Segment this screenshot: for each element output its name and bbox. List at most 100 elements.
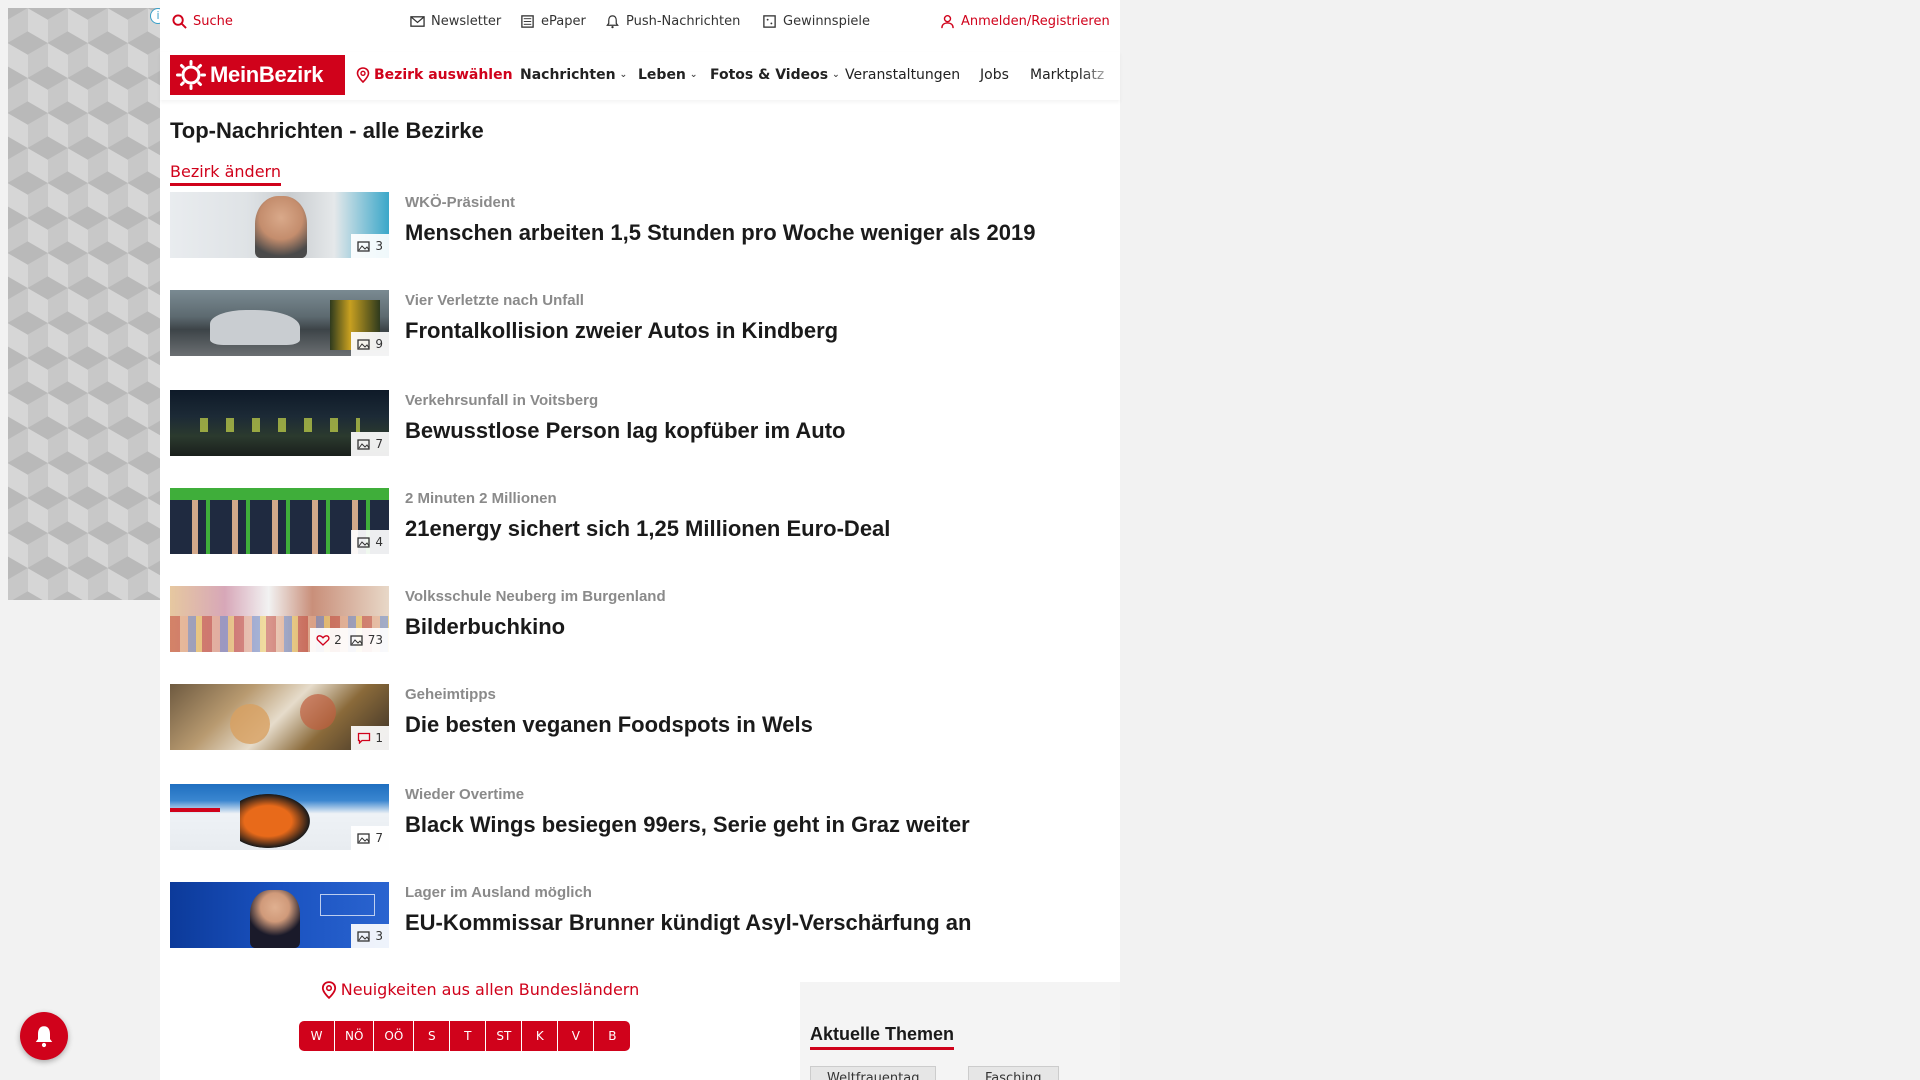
article-headline[interactable]: EU-Kommissar Brunner kündigt Asyl-Versch…	[405, 910, 971, 936]
article-kicker: Lager im Ausland möglich	[405, 884, 592, 901]
article-item[interactable]: 2 73 Volksschule Neuberg im Burgenland B…	[170, 586, 1110, 654]
article-item[interactable]: 9 Vier Verletzte nach Unfall Frontalkoll…	[170, 290, 1110, 358]
article-item[interactable]: 1 Geheimtipps Die besten veganen Foodspo…	[170, 684, 1110, 752]
like-count: 2	[334, 633, 342, 647]
article-kicker: WKÖ-Präsident	[405, 194, 516, 211]
newsletter-link[interactable]: Newsletter	[410, 14, 501, 29]
current-topics-panel: Aktuelle Themen Weltfrauentag Fasching	[800, 982, 1120, 1080]
topic-tag[interactable]: Weltfrauentag	[810, 1066, 937, 1080]
bezirk-select-button[interactable]: Bezirk auswählen	[356, 67, 513, 83]
nav-item-leben[interactable]: Leben ⌄	[638, 67, 697, 83]
advertisement-banner[interactable]: i	[8, 8, 166, 600]
photo-count-badge: 7	[351, 432, 389, 456]
comment-count: 1	[375, 731, 383, 745]
nav-item-label: Fotos & Videos	[710, 67, 829, 83]
article-kicker: 2 Minuten 2 Millionen	[405, 490, 557, 507]
nav-item-label: Leben	[638, 67, 686, 83]
article-thumbnail[interactable]: 2 73	[170, 586, 389, 652]
gallery-icon	[357, 833, 371, 844]
nav-item-label: Nachrichten	[520, 67, 616, 83]
article-headline[interactable]: Black Wings besiegen 99ers, Serie geht i…	[405, 812, 970, 838]
article-item[interactable]: 3 WKÖ-Präsident Menschen arbeiten 1,5 St…	[170, 192, 1110, 260]
nav-item-jobs[interactable]: Jobs	[980, 67, 1009, 83]
nav-item-fotos-videos[interactable]: Fotos & Videos ⌄	[710, 67, 840, 83]
article-thumbnail[interactable]: 1	[170, 684, 389, 750]
heart-icon	[316, 635, 330, 646]
gallery-icon	[357, 931, 371, 942]
topic-tag[interactable]: Fasching	[968, 1066, 1059, 1080]
state-button-noe[interactable]: NÖ	[335, 1021, 375, 1051]
chevron-down-icon: ⌄	[689, 70, 698, 80]
gallery-icon	[357, 339, 371, 350]
article-headline[interactable]: Bilderbuchkino	[405, 614, 565, 640]
current-topics-title: Aktuelle Themen	[810, 1024, 955, 1050]
push-label: Push-Nachrichten	[626, 14, 741, 29]
nav-item-label: Jobs	[980, 67, 1009, 83]
article-thumbnail[interactable]: 3	[170, 882, 389, 948]
comment-icon	[358, 732, 371, 744]
newsletter-label: Newsletter	[431, 14, 502, 29]
article-item[interactable]: 3 Lager im Ausland möglich EU-Kommissar …	[170, 882, 1110, 950]
gewinnspiele-link[interactable]: Gewinnspiele	[762, 14, 870, 29]
article-headline[interactable]: 21energy sichert sich 1,25 Millionen Eur…	[405, 516, 890, 542]
article-item[interactable]: 7 Verkehrsunfall in Voitsberg Bewusstlos…	[170, 390, 1110, 458]
search-icon	[172, 14, 187, 29]
photo-count-badge: 3	[351, 924, 389, 948]
login-label: Anmelden/Registrieren	[961, 14, 1110, 29]
state-button-b[interactable]: B	[594, 1021, 631, 1051]
nav-item-veranstaltungen[interactable]: Veranstaltungen	[845, 67, 960, 83]
article-headline[interactable]: Bewusstlose Person lag kopfüber im Auto	[405, 418, 845, 444]
change-bezirk-link[interactable]: Bezirk ändern	[170, 162, 281, 186]
site-logo[interactable]: MeinBezirk	[170, 55, 345, 95]
article-headline[interactable]: Die besten veganen Foodspots in Wels	[405, 712, 813, 738]
state-button-t[interactable]: T	[450, 1021, 487, 1051]
notification-bell-button[interactable]	[20, 1012, 68, 1060]
comment-count-badge: 1	[351, 726, 389, 750]
gift-icon	[763, 15, 776, 28]
push-notifications-link[interactable]: Push-Nachrichten	[605, 14, 740, 29]
photo-count: 3	[375, 239, 383, 253]
state-button-st[interactable]: ST	[486, 1021, 523, 1051]
newspaper-icon	[521, 15, 534, 28]
article-thumbnail[interactable]: 4	[170, 488, 389, 554]
gallery-icon	[357, 537, 371, 548]
engagement-badge: 2 73	[310, 628, 389, 652]
photo-count: 9	[375, 337, 383, 351]
state-selector: W NÖ OÖ S T ST K V B	[299, 1021, 631, 1051]
all-states-news-link[interactable]: Neuigkeiten aus allen Bundesländern	[320, 980, 640, 999]
bell-icon	[606, 15, 619, 29]
page-title: Top-Nachrichten - alle Bezirke	[170, 118, 484, 143]
article-thumbnail[interactable]: 3	[170, 192, 389, 258]
login-link[interactable]: Anmelden/Registrieren	[940, 14, 1110, 29]
gallery-icon	[357, 241, 371, 252]
nav-overflow-fade	[1080, 52, 1120, 100]
state-button-ooe[interactable]: OÖ	[374, 1021, 415, 1051]
article-kicker: Verkehrsunfall in Voitsberg	[405, 392, 599, 409]
article-item[interactable]: 4 2 Minuten 2 Millionen 21energy sichert…	[170, 488, 1110, 556]
gallery-icon	[357, 439, 371, 450]
state-button-v[interactable]: V	[558, 1021, 595, 1051]
article-headline[interactable]: Frontalkollision zweier Autos in Kindber…	[405, 318, 838, 344]
bezirk-select-label: Bezirk auswählen	[374, 67, 513, 83]
main-column: Suche Newsletter ePaper Push-Nachrichten…	[160, 0, 1120, 1080]
article-kicker: Geheimtipps	[405, 686, 496, 703]
nav-item-nachrichten[interactable]: Nachrichten ⌄	[520, 67, 627, 83]
photo-count: 7	[375, 831, 383, 845]
chevron-down-icon: ⌄	[619, 70, 628, 80]
state-button-s[interactable]: S	[414, 1021, 451, 1051]
epaper-link[interactable]: ePaper	[520, 14, 586, 29]
article-item[interactable]: 7 Wieder Overtime Black Wings besiegen 9…	[170, 784, 1110, 852]
gewinnspiele-label: Gewinnspiele	[783, 14, 871, 29]
nav-item-label: Veranstaltungen	[845, 67, 961, 83]
location-pin-icon	[321, 980, 336, 999]
state-button-w[interactable]: W	[299, 1021, 335, 1051]
article-thumbnail[interactable]: 7	[170, 784, 389, 850]
search-link[interactable]: Suche	[172, 14, 233, 29]
article-headline[interactable]: Menschen arbeiten 1,5 Stunden pro Woche …	[405, 220, 1035, 246]
article-thumbnail[interactable]: 9	[170, 290, 389, 356]
state-button-k[interactable]: K	[522, 1021, 559, 1051]
logo-text: MeinBezirk	[210, 62, 324, 87]
photo-count-badge: 7	[351, 826, 389, 850]
article-thumbnail[interactable]: 7	[170, 390, 389, 456]
article-kicker: Volksschule Neuberg im Burgenland	[405, 588, 666, 605]
